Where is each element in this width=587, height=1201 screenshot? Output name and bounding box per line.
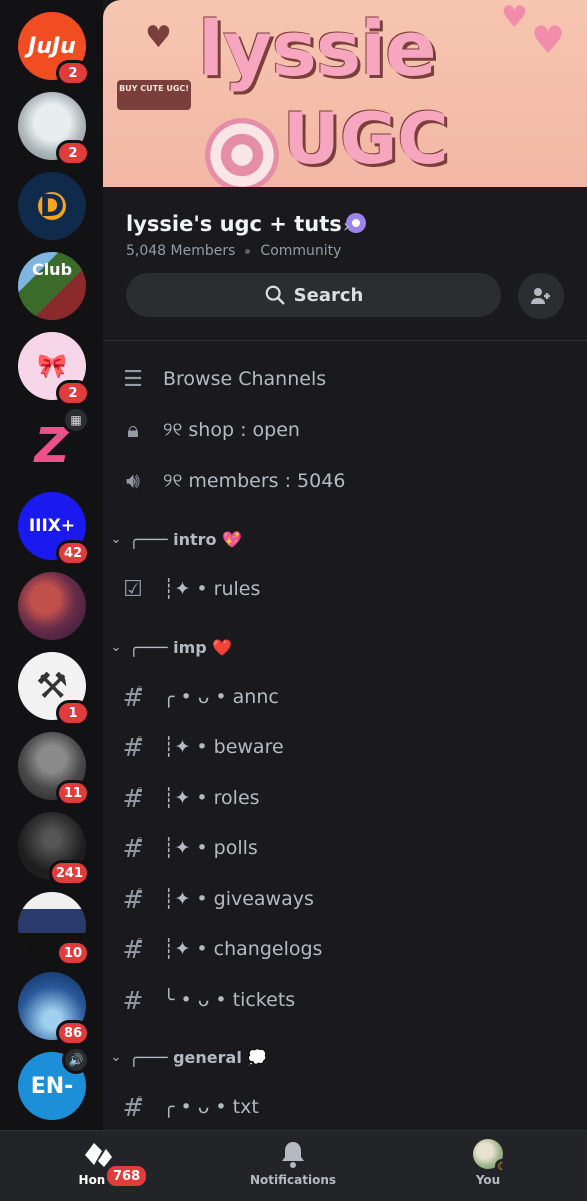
avatar: ☾: [473, 1139, 509, 1173]
unread-badge: 2: [56, 60, 90, 86]
heart-icon: ♥: [501, 0, 528, 35]
server-icon-fox[interactable]: D: [18, 172, 86, 240]
channel-members[interactable]: 🔊︎ ୨୧ members : 5046: [103, 459, 587, 503]
server-icon-z[interactable]: Z ▦: [18, 406, 90, 480]
channel-shop[interactable]: 🔒︎ ୨୧ shop : open: [103, 408, 587, 452]
banner-sign: BUY CUTE UGC!: [117, 80, 191, 110]
unread-badge: 42: [56, 540, 90, 566]
server-type: Community: [260, 243, 342, 259]
server-rail: JuJu 2 2 D Club 🎀 2 Z ▦ IIIX+ 42 ⚒ 1 11 …: [0, 0, 103, 1130]
locked-text-channel-icon: # 🔒︎: [122, 833, 144, 863]
locked-text-channel-icon: # 🔒︎: [122, 783, 144, 813]
category-imp[interactable]: ⌄ ╭─── imp ❤️: [103, 632, 587, 662]
text-channel-icon: #: [122, 985, 144, 1015]
server-icon-tools[interactable]: ⚒ 1: [18, 652, 90, 726]
server-icon-blue[interactable]: IIIX+ 42: [18, 492, 90, 566]
chevron-down-icon: ⌄: [110, 531, 122, 547]
locked-text-channel-icon: # 🔒︎: [122, 682, 144, 712]
moon-status-icon: ☾: [495, 1159, 509, 1173]
channel-giveaways[interactable]: # 🔒︎ ┊✦ • giveaways: [103, 877, 587, 921]
speaker-icon: 🔊: [62, 1046, 90, 1074]
rules-icon: ☑: [123, 576, 143, 602]
nav-home[interactable]: Home 768: [38, 1139, 158, 1189]
server-icon-enhypen[interactable]: EN- 🔊: [18, 1046, 90, 1120]
unread-badge: 1: [56, 700, 90, 726]
server-name[interactable]: lyssie's ugc + tuts: [126, 212, 366, 236]
unread-badge: 86: [56, 1020, 90, 1046]
server-icon-dog[interactable]: 11: [18, 732, 90, 806]
bottom-nav: Home 768 Notifications ☾ You: [0, 1130, 587, 1201]
server-icon-dark[interactable]: 241: [18, 812, 90, 886]
chevron-down-icon: ⌄: [110, 639, 122, 655]
search-button[interactable]: Search: [126, 273, 501, 317]
locked-text-channel-icon: # 🔒︎: [122, 1092, 144, 1122]
channel-panel: ♥ ♥ ♥ BUY CUTE UGC! lyssie UGC lyssie's …: [103, 0, 587, 1130]
server-icon-underwater[interactable]: 86: [18, 972, 90, 1046]
category-intro[interactable]: ⌄ ╭─── intro 💖: [103, 524, 587, 554]
heart-icon: ♥: [531, 18, 566, 62]
channel-changelogs[interactable]: # 🔒︎ ┊✦ • changelogs: [103, 927, 587, 971]
member-count: 5,048 Members: [126, 243, 236, 259]
swirl-candy-icon: [205, 118, 279, 187]
server-icon-art[interactable]: [18, 572, 86, 640]
heart-icon: ♥: [145, 20, 172, 55]
channel-rules[interactable]: ☑ ┊✦ • rules: [103, 567, 587, 611]
channel-annc[interactable]: # 🔒︎ ╭ • ᴗ • annc: [103, 675, 587, 719]
unread-badge: 2: [56, 380, 90, 406]
invite-button[interactable]: [518, 273, 564, 319]
category-general[interactable]: ⌄ ╭─── general 💭: [103, 1042, 587, 1072]
browse-icon: ☰: [123, 366, 143, 392]
chevron-right-icon[interactable]: ›: [343, 216, 350, 237]
banner-title-line2: UGC: [283, 98, 449, 180]
server-subtitle: 5,048 Members Community: [126, 243, 341, 259]
unread-badge: 2: [56, 140, 90, 166]
voice-lock-icon: 🔊︎: [126, 468, 140, 494]
server-icon-roblox[interactable]: 10: [18, 892, 90, 966]
lock-icon: 🔒︎: [127, 417, 139, 443]
server-icon-seal[interactable]: 2: [18, 92, 90, 166]
nav-notifications[interactable]: Notifications: [233, 1139, 353, 1187]
locked-text-channel-icon: # 🔒︎: [122, 884, 144, 914]
unread-badge: 241: [48, 860, 90, 886]
search-icon: [265, 285, 285, 305]
server-icon-bow[interactable]: 🎀 2: [18, 332, 90, 406]
channel-beware[interactable]: # 🔒︎ ┊✦ • beware: [103, 725, 587, 769]
unread-badge: 10: [56, 940, 90, 966]
server-icon-club[interactable]: Club: [18, 252, 86, 320]
server-banner: ♥ ♥ ♥ BUY CUTE UGC! lyssie UGC: [103, 0, 587, 187]
unread-badge: 11: [56, 780, 90, 806]
channel-txt[interactable]: # 🔒︎ ╭ • ᴗ • txt: [103, 1085, 587, 1129]
banner-title-line1: lyssie: [198, 4, 437, 93]
server-icon-juju[interactable]: JuJu 2: [18, 12, 90, 86]
home-badge: 768: [104, 1163, 150, 1189]
nav-you[interactable]: ☾ You: [428, 1139, 548, 1187]
chevron-down-icon: ⌄: [110, 1049, 122, 1065]
bell-icon: [282, 1142, 304, 1168]
channel-roles[interactable]: # 🔒︎ ┊✦ • roles: [103, 776, 587, 820]
locked-text-channel-icon: # 🔒︎: [122, 732, 144, 762]
locked-text-channel-icon: # 🔒︎: [122, 934, 144, 964]
add-user-icon: [531, 288, 550, 304]
browse-channels-row[interactable]: ☰ Browse Channels: [103, 357, 587, 401]
divider: [103, 340, 587, 341]
event-icon: ▦: [62, 406, 90, 434]
channel-tickets[interactable]: # ╰ • ᴗ • tickets: [103, 978, 587, 1022]
channel-polls[interactable]: # 🔒︎ ┊✦ • polls: [103, 826, 587, 870]
